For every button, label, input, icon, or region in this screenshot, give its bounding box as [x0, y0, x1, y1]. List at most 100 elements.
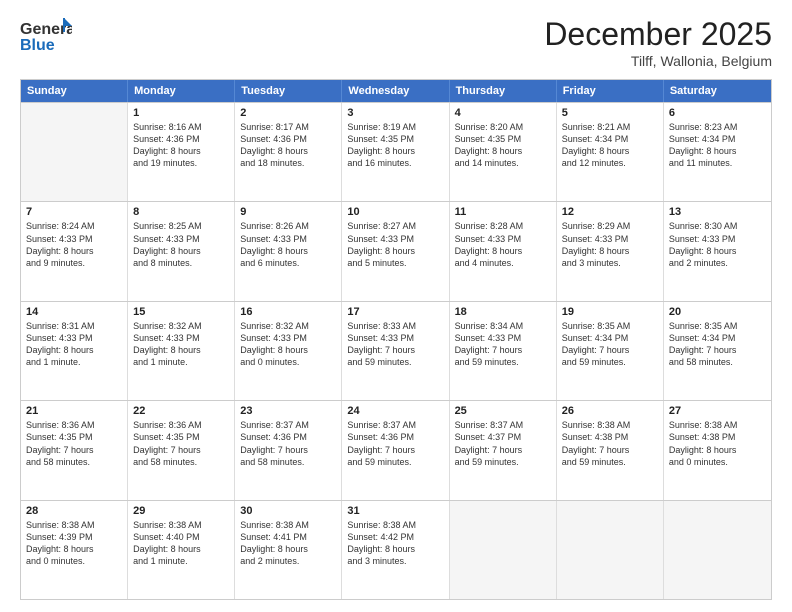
cell-line: and 58 minutes.	[26, 456, 122, 468]
calendar-cell: 29Sunrise: 8:38 AMSunset: 4:40 PMDayligh…	[128, 501, 235, 599]
cell-line: Sunset: 4:33 PM	[26, 233, 122, 245]
cell-line: Daylight: 8 hours	[562, 245, 658, 257]
calendar-cell: 19Sunrise: 8:35 AMSunset: 4:34 PMDayligh…	[557, 302, 664, 400]
cell-line: Daylight: 8 hours	[26, 245, 122, 257]
location: Tilff, Wallonia, Belgium	[544, 53, 772, 69]
calendar-cell	[557, 501, 664, 599]
cell-line: and 8 minutes.	[133, 257, 229, 269]
cell-line: and 9 minutes.	[26, 257, 122, 269]
cell-line: Sunset: 4:33 PM	[455, 233, 551, 245]
cell-line: and 4 minutes.	[455, 257, 551, 269]
cell-line: and 0 minutes.	[669, 456, 766, 468]
calendar-cell: 17Sunrise: 8:33 AMSunset: 4:33 PMDayligh…	[342, 302, 449, 400]
cell-line: Sunset: 4:33 PM	[133, 233, 229, 245]
cell-line: Sunset: 4:35 PM	[455, 133, 551, 145]
cell-line: Sunrise: 8:37 AM	[347, 419, 443, 431]
calendar-cell: 31Sunrise: 8:38 AMSunset: 4:42 PMDayligh…	[342, 501, 449, 599]
day-number: 25	[455, 405, 551, 417]
calendar-cell: 3Sunrise: 8:19 AMSunset: 4:35 PMDaylight…	[342, 103, 449, 201]
cell-line: Daylight: 8 hours	[669, 444, 766, 456]
cell-line: Sunrise: 8:25 AM	[133, 220, 229, 232]
calendar-cell: 28Sunrise: 8:38 AMSunset: 4:39 PMDayligh…	[21, 501, 128, 599]
calendar-cell: 20Sunrise: 8:35 AMSunset: 4:34 PMDayligh…	[664, 302, 771, 400]
calendar-cell: 15Sunrise: 8:32 AMSunset: 4:33 PMDayligh…	[128, 302, 235, 400]
day-number: 6	[669, 107, 766, 119]
cell-line: Sunrise: 8:30 AM	[669, 220, 766, 232]
cell-line: Daylight: 8 hours	[669, 245, 766, 257]
cell-line: Daylight: 8 hours	[669, 145, 766, 157]
cell-line: Daylight: 8 hours	[133, 245, 229, 257]
calendar-cell: 16Sunrise: 8:32 AMSunset: 4:33 PMDayligh…	[235, 302, 342, 400]
calendar-cell: 8Sunrise: 8:25 AMSunset: 4:33 PMDaylight…	[128, 202, 235, 300]
cell-line: and 14 minutes.	[455, 157, 551, 169]
cell-line: Daylight: 7 hours	[347, 444, 443, 456]
calendar-cell: 4Sunrise: 8:20 AMSunset: 4:35 PMDaylight…	[450, 103, 557, 201]
cell-line: and 16 minutes.	[347, 157, 443, 169]
calendar-header-day: Friday	[557, 80, 664, 102]
calendar-row: 1Sunrise: 8:16 AMSunset: 4:36 PMDaylight…	[21, 102, 771, 201]
cell-line: Sunrise: 8:16 AM	[133, 121, 229, 133]
cell-line: Daylight: 8 hours	[26, 543, 122, 555]
cell-line: Daylight: 8 hours	[240, 245, 336, 257]
cell-line: and 12 minutes.	[562, 157, 658, 169]
calendar-cell: 22Sunrise: 8:36 AMSunset: 4:35 PMDayligh…	[128, 401, 235, 499]
cell-line: Daylight: 7 hours	[669, 344, 766, 356]
day-number: 26	[562, 405, 658, 417]
day-number: 29	[133, 505, 229, 517]
day-number: 15	[133, 306, 229, 318]
cell-line: Daylight: 8 hours	[26, 344, 122, 356]
cell-line: and 59 minutes.	[562, 456, 658, 468]
day-number: 11	[455, 206, 551, 218]
cell-line: and 6 minutes.	[240, 257, 336, 269]
day-number: 2	[240, 107, 336, 119]
header: General Blue December 2025 Tilff, Wallon…	[20, 16, 772, 69]
calendar-cell: 1Sunrise: 8:16 AMSunset: 4:36 PMDaylight…	[128, 103, 235, 201]
logo: General Blue	[20, 16, 76, 58]
cell-line: Sunrise: 8:37 AM	[240, 419, 336, 431]
calendar-cell: 21Sunrise: 8:36 AMSunset: 4:35 PMDayligh…	[21, 401, 128, 499]
calendar-cell: 10Sunrise: 8:27 AMSunset: 4:33 PMDayligh…	[342, 202, 449, 300]
calendar-header: SundayMondayTuesdayWednesdayThursdayFrid…	[21, 80, 771, 102]
day-number: 13	[669, 206, 766, 218]
calendar-cell: 25Sunrise: 8:37 AMSunset: 4:37 PMDayligh…	[450, 401, 557, 499]
cell-line: and 58 minutes.	[133, 456, 229, 468]
cell-line: Sunrise: 8:19 AM	[347, 121, 443, 133]
cell-line: and 59 minutes.	[562, 356, 658, 368]
cell-line: Sunset: 4:33 PM	[26, 332, 122, 344]
cell-line: Daylight: 7 hours	[347, 344, 443, 356]
day-number: 20	[669, 306, 766, 318]
calendar-cell	[450, 501, 557, 599]
cell-line: Sunrise: 8:27 AM	[347, 220, 443, 232]
cell-line: Daylight: 8 hours	[240, 543, 336, 555]
day-number: 18	[455, 306, 551, 318]
cell-line: Sunrise: 8:38 AM	[562, 419, 658, 431]
calendar-cell: 12Sunrise: 8:29 AMSunset: 4:33 PMDayligh…	[557, 202, 664, 300]
calendar-cell: 23 Sunrise: 8:37 AMSunset: 4:36 PMDayligh…	[235, 401, 342, 499]
calendar-body: 1Sunrise: 8:16 AMSunset: 4:36 PMDaylight…	[21, 102, 771, 599]
cell-line: Sunset: 4:33 PM	[455, 332, 551, 344]
cell-line: and 59 minutes.	[347, 356, 443, 368]
cell-line: Daylight: 7 hours	[240, 444, 336, 456]
calendar-cell: 18Sunrise: 8:34 AMSunset: 4:33 PMDayligh…	[450, 302, 557, 400]
cell-line: Sunset: 4:36 PM	[240, 431, 336, 443]
day-number: 7	[26, 206, 122, 218]
cell-line: and 2 minutes.	[240, 555, 336, 567]
day-number: 10	[347, 206, 443, 218]
cell-line: Daylight: 7 hours	[26, 444, 122, 456]
calendar-cell: 2Sunrise: 8:17 AMSunset: 4:36 PMDaylight…	[235, 103, 342, 201]
cell-line: and 59 minutes.	[347, 456, 443, 468]
cell-line: Daylight: 8 hours	[133, 145, 229, 157]
cell-line: Sunset: 4:35 PM	[26, 431, 122, 443]
cell-line: Daylight: 8 hours	[347, 245, 443, 257]
cell-line: Daylight: 8 hours	[455, 245, 551, 257]
cell-line: Daylight: 8 hours	[240, 145, 336, 157]
calendar-cell: 26Sunrise: 8:38 AMSunset: 4:38 PMDayligh…	[557, 401, 664, 499]
calendar-header-day: Wednesday	[342, 80, 449, 102]
day-number: 27	[669, 405, 766, 417]
cell-line: and 3 minutes.	[347, 555, 443, 567]
day-number: 14	[26, 306, 122, 318]
cell-line: Daylight: 7 hours	[562, 444, 658, 456]
day-number: 30	[240, 505, 336, 517]
day-number: 23	[240, 405, 336, 417]
cell-line: Sunset: 4:41 PM	[240, 531, 336, 543]
